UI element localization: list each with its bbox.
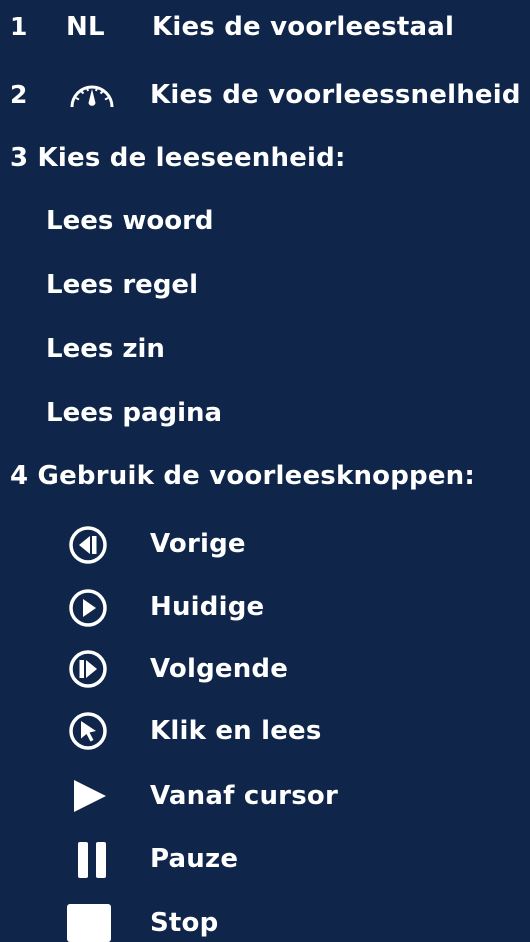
step-1-number: 1 [10,12,28,41]
current-label: Huidige [150,592,265,622]
step-2-number: 2 [10,80,28,109]
choose-speed-label: Kies de voorleessnelheid [150,80,521,110]
pause-label: Pauze [150,844,239,874]
read-word-option[interactable]: Lees woord [46,206,214,236]
play-icon[interactable] [72,778,108,814]
read-sentence-option[interactable]: Lees zin [46,334,165,364]
from-cursor-label: Vanaf cursor [150,781,338,811]
pause-icon[interactable] [76,840,108,880]
click-and-read-icon[interactable] [68,711,108,751]
previous-icon[interactable] [68,525,108,565]
previous-label: Vorige [150,529,246,559]
current-play-icon[interactable] [68,588,108,628]
next-icon[interactable] [68,649,108,689]
speedometer-icon[interactable] [66,77,118,113]
use-buttons-label: 4 Gebruik de voorleesknoppen: [10,461,475,491]
read-page-option[interactable]: Lees pagina [46,398,222,428]
click-and-read-label: Klik en lees [150,716,322,746]
stop-label: Stop [150,908,219,938]
language-badge[interactable]: NL [66,12,105,42]
read-line-option[interactable]: Lees regel [46,270,198,300]
next-label: Volgende [150,654,289,684]
choose-unit-label: 3 Kies de leeseenheid: [10,143,346,173]
stop-icon[interactable] [67,902,111,942]
choose-language-label: Kies de voorleestaal [152,12,455,42]
